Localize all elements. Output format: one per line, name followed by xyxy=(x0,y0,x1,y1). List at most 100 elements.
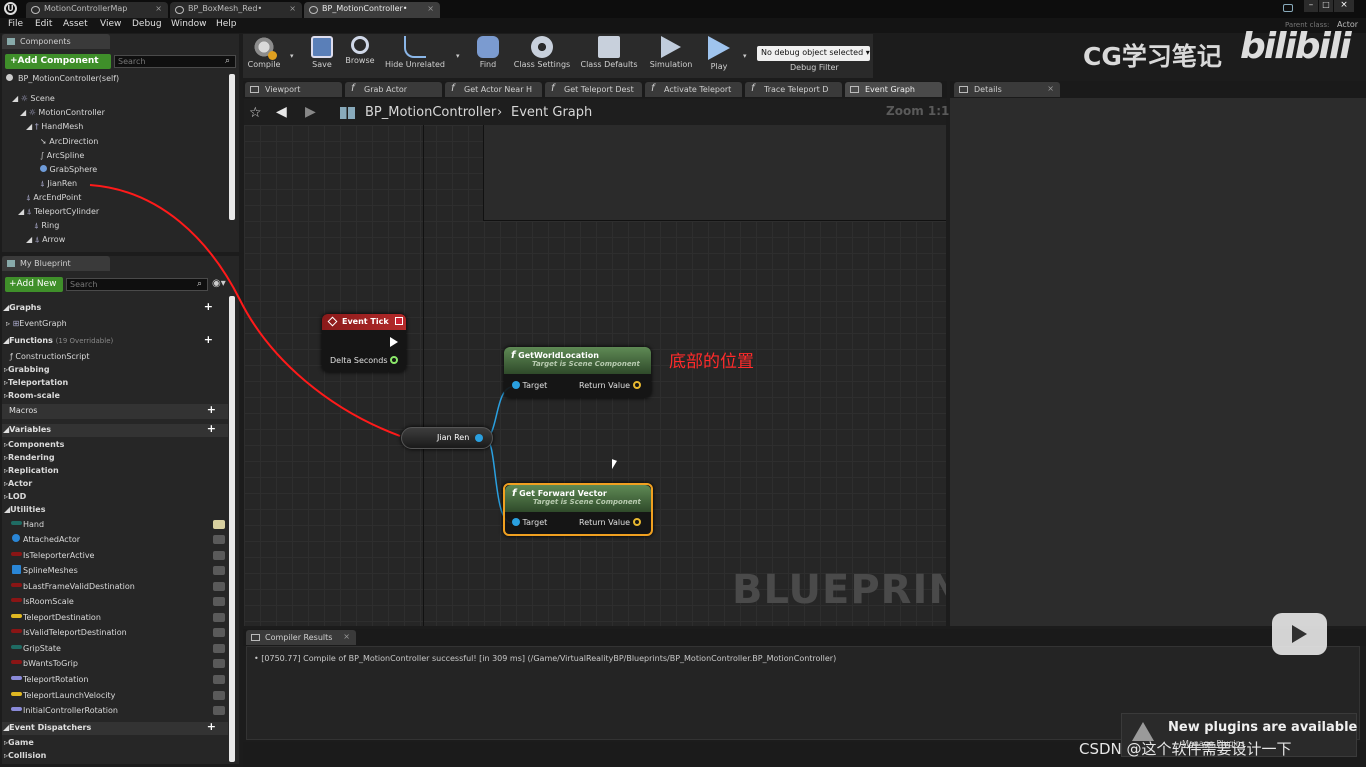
menu-edit[interactable]: Edit xyxy=(35,19,52,29)
menu-debug[interactable]: Debug xyxy=(132,19,162,29)
var-category-actor[interactable]: ▹Actor xyxy=(4,479,32,488)
blueprint-search-input[interactable]: Search xyxy=(66,278,208,291)
components-tab[interactable]: Components xyxy=(2,34,110,49)
eye-closed-icon[interactable] xyxy=(213,644,225,653)
components-scrollbar[interactable] xyxy=(229,74,235,220)
tree-item-arrow[interactable]: ◢ ⍋ Arrow xyxy=(26,235,65,245)
notification-icon[interactable] xyxy=(1283,4,1293,12)
variable-item[interactable]: AttachedActor xyxy=(2,533,228,548)
tree-item-jianren[interactable]: ⍋ JianRen xyxy=(40,179,77,189)
doc-tab-boxmesh[interactable]: BP_BoxMesh_Red• × xyxy=(170,2,302,18)
tab-activate-teleporter[interactable]: f Activate Teleport xyxy=(645,82,742,97)
hide-options-chevron-icon[interactable]: ▾ xyxy=(456,52,460,60)
event-tick-node[interactable]: Event Tick Delta Seconds xyxy=(322,314,406,372)
dispatcher-category-game[interactable]: ▹Game xyxy=(4,738,34,747)
variable-item[interactable]: TeleportDestination xyxy=(2,611,228,626)
add-component-button[interactable]: +Add Component xyxy=(5,54,111,69)
debug-object-select[interactable]: No debug object selected ▾ xyxy=(757,46,870,61)
play-options-chevron-icon[interactable]: ▾ xyxy=(743,52,747,60)
menu-help[interactable]: Help xyxy=(216,19,237,29)
add-graph-plus-icon[interactable]: + xyxy=(204,300,213,313)
variable-item[interactable]: IsValidTeleportDestination xyxy=(2,626,228,641)
eye-closed-icon[interactable] xyxy=(213,613,225,622)
var-category-replication[interactable]: ▹Replication xyxy=(4,466,59,475)
tree-item-grabsphere[interactable]: GrabSphere xyxy=(40,165,97,174)
tab-get-actor-near-hand[interactable]: f Get Actor Near H xyxy=(445,82,542,97)
eye-closed-icon[interactable] xyxy=(213,535,225,544)
compile-options-chevron-icon[interactable]: ▾ xyxy=(290,52,294,60)
menu-view[interactable]: View xyxy=(100,19,121,29)
var-category-rendering[interactable]: ▹Rendering xyxy=(4,453,55,462)
play-button[interactable]: Play xyxy=(701,36,737,78)
eye-closed-icon[interactable] xyxy=(213,706,225,715)
menu-asset[interactable]: Asset xyxy=(63,19,88,29)
event-graph-item[interactable]: ▹ ⊞EventGraph xyxy=(6,319,67,328)
object-output-pin[interactable] xyxy=(475,434,483,442)
menu-file[interactable]: File xyxy=(8,19,23,29)
favorite-star-icon[interactable]: ☆ xyxy=(249,105,262,121)
add-macro-plus-icon[interactable]: + xyxy=(207,403,216,416)
add-function-plus-icon[interactable]: + xyxy=(204,333,213,346)
my-blueprint-tab[interactable]: My Blueprint xyxy=(2,256,110,271)
close-icon[interactable]: × xyxy=(289,4,296,13)
target-input-pin[interactable] xyxy=(512,381,520,389)
eye-closed-icon[interactable] xyxy=(213,597,225,606)
tab-get-teleport-destination[interactable]: f Get Teleport Dest xyxy=(545,82,642,97)
get-world-location-node[interactable]: f GetWorldLocation Target is Scene Compo… xyxy=(504,347,651,398)
add-dispatcher-plus-icon[interactable]: + xyxy=(207,720,216,733)
variable-item[interactable]: GripState xyxy=(2,642,228,657)
menu-window[interactable]: Window xyxy=(171,19,207,29)
event-node-close-icon[interactable] xyxy=(395,317,403,325)
event-dispatchers-section[interactable]: ◢Event Dispatchers + xyxy=(2,720,228,735)
eye-closed-icon[interactable] xyxy=(213,691,225,700)
class-settings-button[interactable]: Class Settings xyxy=(511,36,573,78)
var-category-utilities[interactable]: ◢Utilities xyxy=(4,505,45,514)
construction-script-item[interactable]: ƒ ConstructionScript xyxy=(10,352,90,361)
compile-button[interactable]: Compile xyxy=(244,36,284,78)
view-options-eye-icon[interactable]: ◉▾ xyxy=(212,278,226,289)
tree-item-scene[interactable]: ◢ ☼ Scene xyxy=(12,94,55,103)
tab-grab-actor[interactable]: f Grab Actor xyxy=(345,82,442,97)
variable-item[interactable]: TeleportRotation xyxy=(2,673,228,688)
eye-closed-icon[interactable] xyxy=(213,675,225,684)
eye-closed-icon[interactable] xyxy=(213,582,225,591)
close-icon[interactable]: × xyxy=(1047,84,1054,93)
find-button[interactable]: Find xyxy=(472,36,504,78)
tree-item-motioncontroller[interactable]: ◢ ☼ MotionController xyxy=(20,108,105,117)
category-grabbing[interactable]: ▹Grabbing xyxy=(4,365,50,374)
variable-item[interactable]: SplineMeshes xyxy=(2,564,228,579)
breadcrumb-graph[interactable]: Event Graph xyxy=(511,105,592,120)
tab-trace-teleport-destination[interactable]: f Trace Teleport D xyxy=(745,82,842,97)
variable-item[interactable]: InitialControllerRotation xyxy=(2,704,228,719)
tree-item-arcendpoint[interactable]: ⍋ ArcEndPoint xyxy=(26,193,81,203)
save-button[interactable]: Save xyxy=(305,36,339,78)
simulation-button[interactable]: Simulation xyxy=(648,36,694,78)
unreal-logo-icon[interactable]: U xyxy=(4,2,17,15)
breadcrumb-blueprint[interactable]: BP_MotionController xyxy=(365,105,496,120)
target-input-pin[interactable] xyxy=(512,518,520,526)
hide-unrelated-button[interactable]: Hide Unrelated xyxy=(382,36,448,78)
close-icon[interactable]: × xyxy=(155,4,162,13)
variable-item[interactable]: TeleportLaunchVelocity xyxy=(2,689,228,704)
class-defaults-button[interactable]: Class Defaults xyxy=(578,36,640,78)
tree-item-ring[interactable]: ⍋ Ring xyxy=(34,221,59,231)
var-category-lod[interactable]: ▹LOD xyxy=(4,492,26,501)
vector-output-pin[interactable] xyxy=(632,518,641,526)
variable-item[interactable]: IsTeleporterActive xyxy=(2,549,228,564)
tree-item-arcspline[interactable]: ∫ ArcSpline xyxy=(40,151,84,160)
category-teleportation[interactable]: ▹Teleportation xyxy=(4,378,68,387)
tree-item-teleportcylinder[interactable]: ◢ ⍋ TeleportCylinder xyxy=(18,207,99,217)
macros-section[interactable]: Macros + xyxy=(2,403,228,419)
variable-item[interactable]: Hand xyxy=(2,518,228,533)
vector-output-pin[interactable] xyxy=(632,381,641,389)
add-variable-plus-icon[interactable]: + xyxy=(207,422,216,435)
functions-section[interactable]: ◢Functions (19 Overridable) + xyxy=(3,333,227,346)
graphs-section[interactable]: ◢Graphs + xyxy=(3,300,227,313)
eye-closed-icon[interactable] xyxy=(213,551,225,560)
minimize-button[interactable]: – xyxy=(1304,0,1318,12)
maximize-button[interactable]: □ xyxy=(1319,0,1333,12)
variable-item[interactable]: bLastFrameValidDestination xyxy=(2,580,228,595)
comment-box[interactable] xyxy=(483,125,946,221)
eye-closed-icon[interactable] xyxy=(213,566,225,575)
exec-output-pin[interactable] xyxy=(390,337,398,347)
